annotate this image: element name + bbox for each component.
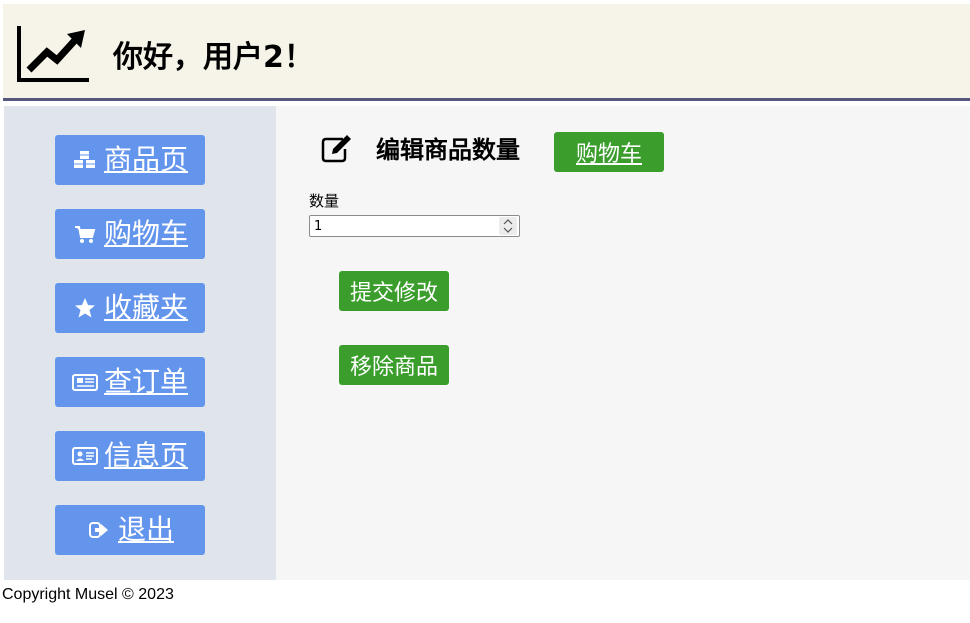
page-title: 编辑商品数量 bbox=[376, 136, 520, 164]
edit-icon bbox=[321, 135, 351, 163]
main-content: 编辑商品数量 购物车 数量 1 提交修改 移除商品 bbox=[276, 106, 970, 580]
copyright-footer: Copyright Musel © 2023 bbox=[2, 586, 174, 603]
sidebar-item-profile[interactable]: 信息页 bbox=[55, 431, 205, 481]
sidebar-item-label: 商品页 bbox=[103, 143, 188, 176]
sidebar-item-label: 购物车 bbox=[103, 217, 188, 250]
sign-out-icon bbox=[86, 519, 112, 541]
greeting-title: 你好，用户2！ bbox=[113, 40, 314, 75]
submit-changes-button[interactable]: 提交修改 bbox=[339, 271, 449, 311]
quantity-spinner[interactable] bbox=[499, 217, 517, 235]
quantity-label: 数量 bbox=[309, 192, 340, 210]
quantity-value: 1 bbox=[314, 219, 323, 234]
sidebar-item-label: 查订单 bbox=[103, 365, 188, 398]
sidebar-item-favorites[interactable]: 收藏夹 bbox=[55, 283, 205, 333]
shopping-cart-icon bbox=[72, 223, 98, 245]
sidebar-item-cart[interactable]: 购物车 bbox=[55, 209, 205, 259]
cart-link-button[interactable]: 购物车 bbox=[554, 132, 664, 172]
sidebar-item-label: 收藏夹 bbox=[103, 291, 188, 324]
sidebar-item-logout[interactable]: 退出 bbox=[55, 505, 205, 555]
sidebar-item-label: 退出 bbox=[117, 513, 174, 546]
sidebar-item-orders[interactable]: 查订单 bbox=[55, 357, 205, 407]
sidebar: 商品页 购物车 收藏夹 查订单 信息页 退出 bbox=[4, 106, 276, 580]
remove-product-button[interactable]: 移除商品 bbox=[339, 345, 449, 385]
sidebar-item-label: 信息页 bbox=[103, 439, 188, 472]
newspaper-icon bbox=[71, 371, 98, 393]
cubes-icon bbox=[72, 149, 98, 171]
star-icon bbox=[72, 297, 98, 319]
id-card-icon bbox=[71, 445, 98, 467]
sidebar-item-products[interactable]: 商品页 bbox=[55, 135, 205, 185]
page-header: 你好，用户2！ bbox=[3, 4, 970, 101]
quantity-input[interactable]: 1 bbox=[309, 215, 520, 237]
trending-up-chart-icon bbox=[17, 26, 89, 82]
